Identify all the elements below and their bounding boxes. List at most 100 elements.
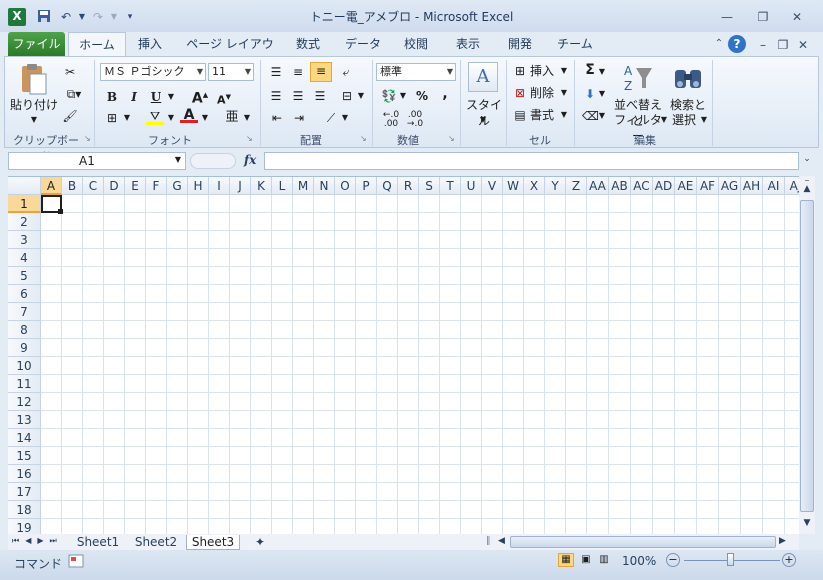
row-header[interactable]: 16 <box>8 465 41 483</box>
insert-cells-button[interactable]: 挿入 <box>530 63 560 79</box>
tab-home[interactable]: ホーム <box>68 32 126 57</box>
sheet-tab-sheet3[interactable]: Sheet3 <box>186 535 240 550</box>
phonetic-icon[interactable]: 亜 <box>224 110 240 126</box>
insert-dropdown-icon[interactable]: ▼ <box>560 63 568 79</box>
column-header[interactable]: AA <box>587 177 609 195</box>
column-header[interactable]: AJ <box>785 177 799 195</box>
tab-split-handle[interactable]: ‖ <box>486 536 494 548</box>
minimize-icon[interactable]: — <box>716 10 738 24</box>
column-header[interactable]: E <box>125 177 146 195</box>
find-select-icon[interactable] <box>672 62 704 94</box>
column-header[interactable]: C <box>83 177 104 195</box>
tab-insert[interactable]: 挿入 <box>130 32 170 56</box>
insert-sheet-icon[interactable]: ✦ <box>248 535 272 550</box>
number-launcher-icon[interactable]: ↘ <box>448 134 455 143</box>
column-header[interactable]: U <box>461 177 482 195</box>
scroll-left-icon[interactable]: ◀ <box>498 536 505 546</box>
formula-bar-expand-icon[interactable]: ⌄ <box>801 154 813 168</box>
fill-color-dropdown-icon[interactable]: ▼ <box>166 110 176 126</box>
alignment-launcher-icon[interactable]: ↘ <box>360 134 367 143</box>
styles-dropdown-icon[interactable]: ▼ <box>479 112 487 128</box>
align-middle-icon[interactable]: ≡ <box>290 64 306 80</box>
grow-font-icon[interactable]: A▲ <box>190 87 210 107</box>
workbook-close-icon[interactable]: ✕ <box>792 38 814 52</box>
autosum-button[interactable]: Σ <box>582 62 598 78</box>
vertical-scroll-thumb[interactable] <box>800 200 814 512</box>
zoom-out-icon[interactable]: − <box>666 553 680 567</box>
fill-dropdown-icon[interactable]: ▼ <box>598 86 606 102</box>
column-header[interactable]: H <box>188 177 209 195</box>
font-color-icon[interactable]: A <box>180 107 198 123</box>
worksheet-grid[interactable]: A B C D E F G H I J K L M N O P Q R S T U V W X Y Z AA AB AC AD AE AF AG… <box>8 176 799 535</box>
normal-view-icon[interactable]: ▦ <box>558 553 574 567</box>
column-header[interactable]: AG <box>719 177 741 195</box>
row-header[interactable]: 17 <box>8 483 41 501</box>
zoom-in-icon[interactable]: + <box>782 553 796 567</box>
autosum-dropdown-icon[interactable]: ▼ <box>598 64 606 80</box>
column-header[interactable]: O <box>335 177 356 195</box>
column-header[interactable]: L <box>272 177 293 195</box>
bold-button[interactable]: B <box>104 89 120 105</box>
column-header[interactable]: V <box>482 177 503 195</box>
paste-button[interactable]: 貼り付け <box>10 97 58 113</box>
column-header[interactable]: R <box>398 177 419 195</box>
font-launcher-icon[interactable]: ↘ <box>246 134 253 143</box>
orientation-dropdown-icon[interactable]: ▼ <box>340 110 350 126</box>
column-header[interactable]: AC <box>631 177 653 195</box>
page-layout-view-icon[interactable]: ▣ <box>578 553 594 567</box>
column-header[interactable]: Y <box>545 177 566 195</box>
cut-icon[interactable]: ✂ <box>62 64 78 80</box>
copy-icon[interactable]: ⧉▾ <box>62 86 86 102</box>
sheet-tab-sheet2[interactable]: Sheet2 <box>130 535 182 550</box>
formula-input[interactable] <box>264 152 799 170</box>
column-header[interactable]: J <box>230 177 251 195</box>
row-header[interactable]: 19 <box>8 519 41 535</box>
align-center-icon[interactable]: ☰ <box>290 88 306 104</box>
column-header[interactable]: B <box>62 177 83 195</box>
merge-dropdown-icon[interactable]: ▼ <box>356 88 366 104</box>
scroll-down-icon[interactable]: ▼ <box>801 518 813 530</box>
row-header[interactable]: 4 <box>8 249 41 267</box>
delete-dropdown-icon[interactable]: ▼ <box>560 85 568 101</box>
name-box[interactable]: A1 ▼ <box>8 152 186 170</box>
column-header[interactable]: A <box>41 177 62 195</box>
font-color-dropdown-icon[interactable]: ▼ <box>200 110 210 126</box>
align-right-icon[interactable]: ☰ <box>312 88 328 104</box>
row-header[interactable]: 7 <box>8 303 41 321</box>
find-select-dropdown-icon[interactable]: ▼ <box>700 112 708 128</box>
clipboard-launcher-icon[interactable]: ↘ <box>84 134 91 143</box>
tab-page-layout[interactable]: ページ レイアウト <box>182 32 278 75</box>
tab-developer[interactable]: 開発 <box>500 32 540 56</box>
row-header[interactable]: 1 <box>8 195 41 213</box>
format-painter-icon[interactable]: 🖌 <box>62 108 78 124</box>
align-bottom-icon[interactable]: ≡ <box>310 62 332 82</box>
column-header[interactable]: AB <box>609 177 631 195</box>
column-header[interactable]: I <box>209 177 230 195</box>
percent-button[interactable]: % <box>414 88 430 104</box>
column-header[interactable]: P <box>356 177 377 195</box>
column-header[interactable]: F <box>146 177 167 195</box>
row-header[interactable]: 11 <box>8 375 41 393</box>
column-header[interactable]: W <box>503 177 524 195</box>
row-header[interactable]: 13 <box>8 411 41 429</box>
help-icon[interactable]: ? <box>728 35 746 53</box>
italic-button[interactable]: I <box>126 89 142 105</box>
paste-dropdown-icon[interactable]: ▼ <box>30 112 38 128</box>
format-cells-button[interactable]: 書式 <box>530 107 560 123</box>
increase-decimal-icon[interactable]: ←.0.00 <box>380 111 402 129</box>
column-header[interactable]: G <box>167 177 188 195</box>
macro-record-icon[interactable] <box>68 554 84 568</box>
tab-data[interactable]: データ <box>340 32 386 56</box>
workbook-restore-icon[interactable]: ❐ <box>772 38 794 52</box>
row-header[interactable]: 14 <box>8 429 41 447</box>
clear-dropdown-icon[interactable]: ▼ <box>598 108 606 124</box>
fill-handle[interactable] <box>58 209 63 214</box>
insert-function-button[interactable]: fx <box>244 153 256 167</box>
align-left-icon[interactable]: ☰ <box>268 88 284 104</box>
restore-icon[interactable]: ❐ <box>752 10 774 24</box>
formula-bar-expander[interactable] <box>190 153 236 169</box>
name-box-dropdown-icon[interactable]: ▼ <box>175 155 181 164</box>
column-header[interactable]: AH <box>741 177 763 195</box>
row-header[interactable]: 2 <box>8 213 41 231</box>
delete-cells-icon[interactable]: ⊠ <box>512 85 528 101</box>
